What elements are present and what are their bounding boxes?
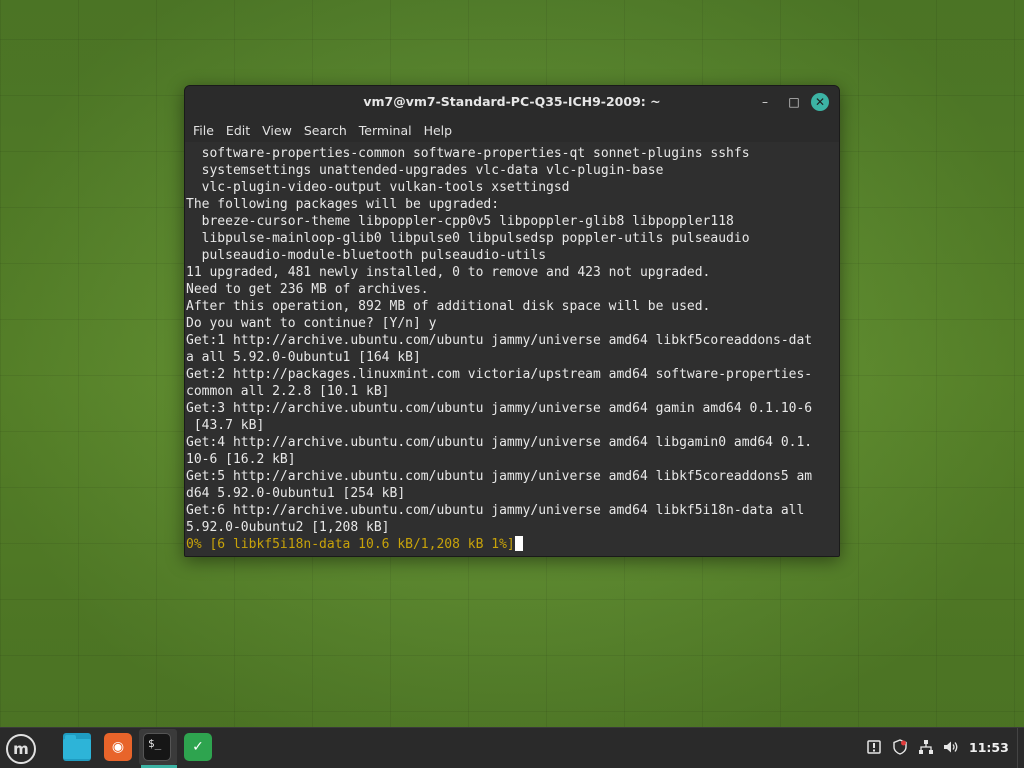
- terminal-progress-line: 0% [6 libkf5i18n-data 10.6 kB/1,208 kB 1…: [185, 536, 839, 553]
- terminal-line: pulseaudio-module-bluetooth pulseaudio-u…: [186, 248, 547, 263]
- close-button[interactable]: ✕: [811, 93, 829, 111]
- menu-edit[interactable]: Edit: [221, 123, 255, 138]
- window-title: vm7@vm7-Standard-PC-Q35-ICH9-2009: ~: [363, 94, 661, 109]
- terminal-line: The following packages will be upgraded:: [186, 197, 500, 212]
- terminal-lines: software-properties-common software-prop…: [185, 145, 839, 536]
- terminal-line: Do you want to continue? [Y/n] y: [186, 316, 437, 331]
- menu-view[interactable]: View: [257, 123, 297, 138]
- network-icon[interactable]: [918, 739, 934, 755]
- volume-icon[interactable]: [943, 739, 959, 755]
- terminal-window[interactable]: vm7@vm7-Standard-PC-Q35-ICH9-2009: ~ – □…: [184, 85, 840, 557]
- terminal-line: Get:6 http://archive.ubuntu.com/ubuntu j…: [186, 503, 805, 518]
- terminal-line: Get:4 http://archive.ubuntu.com/ubuntu j…: [186, 435, 813, 450]
- terminal-line: Get:2 http://packages.linuxmint.com vict…: [186, 367, 813, 382]
- terminal-line: systemsettings unattended-upgrades vlc-d…: [186, 163, 664, 178]
- maximize-button[interactable]: □: [785, 93, 803, 111]
- menu-help[interactable]: Help: [419, 123, 458, 138]
- terminal-line: 11 upgraded, 481 newly installed, 0 to r…: [186, 265, 711, 280]
- terminal-line: a all 5.92.0-0ubuntu1 [164 kB]: [186, 350, 421, 365]
- terminal-line: 10-6 [16.2 kB]: [186, 452, 296, 467]
- terminal-line: Need to get 236 MB of archives.: [186, 282, 429, 297]
- progress-text: 0% [6 libkf5i18n-data 10.6 kB/1,208 kB 1…: [186, 537, 515, 552]
- terminal-line: Get:3 http://archive.ubuntu.com/ubuntu j…: [186, 401, 813, 416]
- security-shield-icon[interactable]: [892, 739, 908, 755]
- terminal-line: libpulse-mainloop-glib0 libpulse0 libpul…: [186, 231, 750, 246]
- window-titlebar[interactable]: vm7@vm7-Standard-PC-Q35-ICH9-2009: ~ – □…: [185, 86, 839, 118]
- terminal-icon[interactable]: $_: [143, 733, 171, 761]
- show-desktop-button[interactable]: [1017, 728, 1024, 768]
- terminal-line: 5.92.0-0ubuntu2 [1,208 kB]: [186, 520, 390, 535]
- terminal-line: d64 5.92.0-0ubuntu1 [254 kB]: [186, 486, 406, 501]
- minimize-button[interactable]: –: [756, 93, 774, 111]
- shield-icon[interactable]: ✓: [184, 733, 212, 761]
- files-icon[interactable]: [63, 733, 91, 761]
- linux-mint-menu-icon[interactable]: m: [6, 734, 36, 764]
- terminal-line: software-properties-common software-prop…: [186, 146, 750, 161]
- terminal-line: vlc-plugin-video-output vulkan-tools xse…: [186, 180, 570, 195]
- taskbar-panel: m ◉ $_ ✓ 11:53: [0, 727, 1024, 768]
- menubar: File Edit View Search Terminal Help: [185, 118, 839, 142]
- menu-file[interactable]: File: [188, 123, 219, 138]
- firefox-icon[interactable]: ◉: [104, 733, 132, 761]
- terminal-line: Get:5 http://archive.ubuntu.com/ubuntu j…: [186, 469, 813, 484]
- menu-terminal[interactable]: Terminal: [354, 123, 417, 138]
- text-cursor: [514, 536, 523, 551]
- clock[interactable]: 11:53: [969, 740, 1009, 755]
- terminal-line: breeze-cursor-theme libpoppler-cpp0v5 li…: [186, 214, 734, 229]
- terminal-line: common all 2.2.8 [10.1 kB]: [186, 384, 390, 399]
- terminal-output[interactable]: software-properties-common software-prop…: [185, 143, 839, 556]
- terminal-line: Get:1 http://archive.ubuntu.com/ubuntu j…: [186, 333, 813, 348]
- folder-body-shape: [63, 739, 91, 759]
- terminal-line: After this operation, 892 MB of addition…: [186, 299, 711, 314]
- menu-search[interactable]: Search: [299, 123, 352, 138]
- terminal-line: [43.7 kB]: [186, 418, 265, 433]
- update-manager-icon[interactable]: [866, 739, 882, 755]
